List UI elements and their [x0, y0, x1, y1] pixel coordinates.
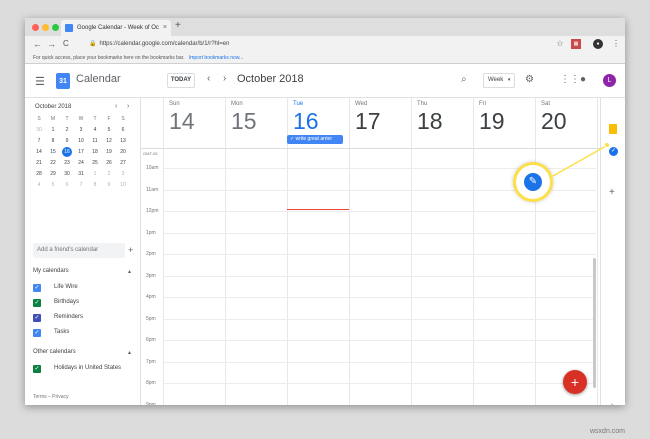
watermark: wsxdn.com — [590, 428, 626, 435]
callout-line — [552, 145, 607, 177]
tasks-icon: ✎ — [524, 173, 542, 191]
callout-dot — [604, 142, 610, 148]
callout-circle: ✎ — [513, 162, 553, 202]
